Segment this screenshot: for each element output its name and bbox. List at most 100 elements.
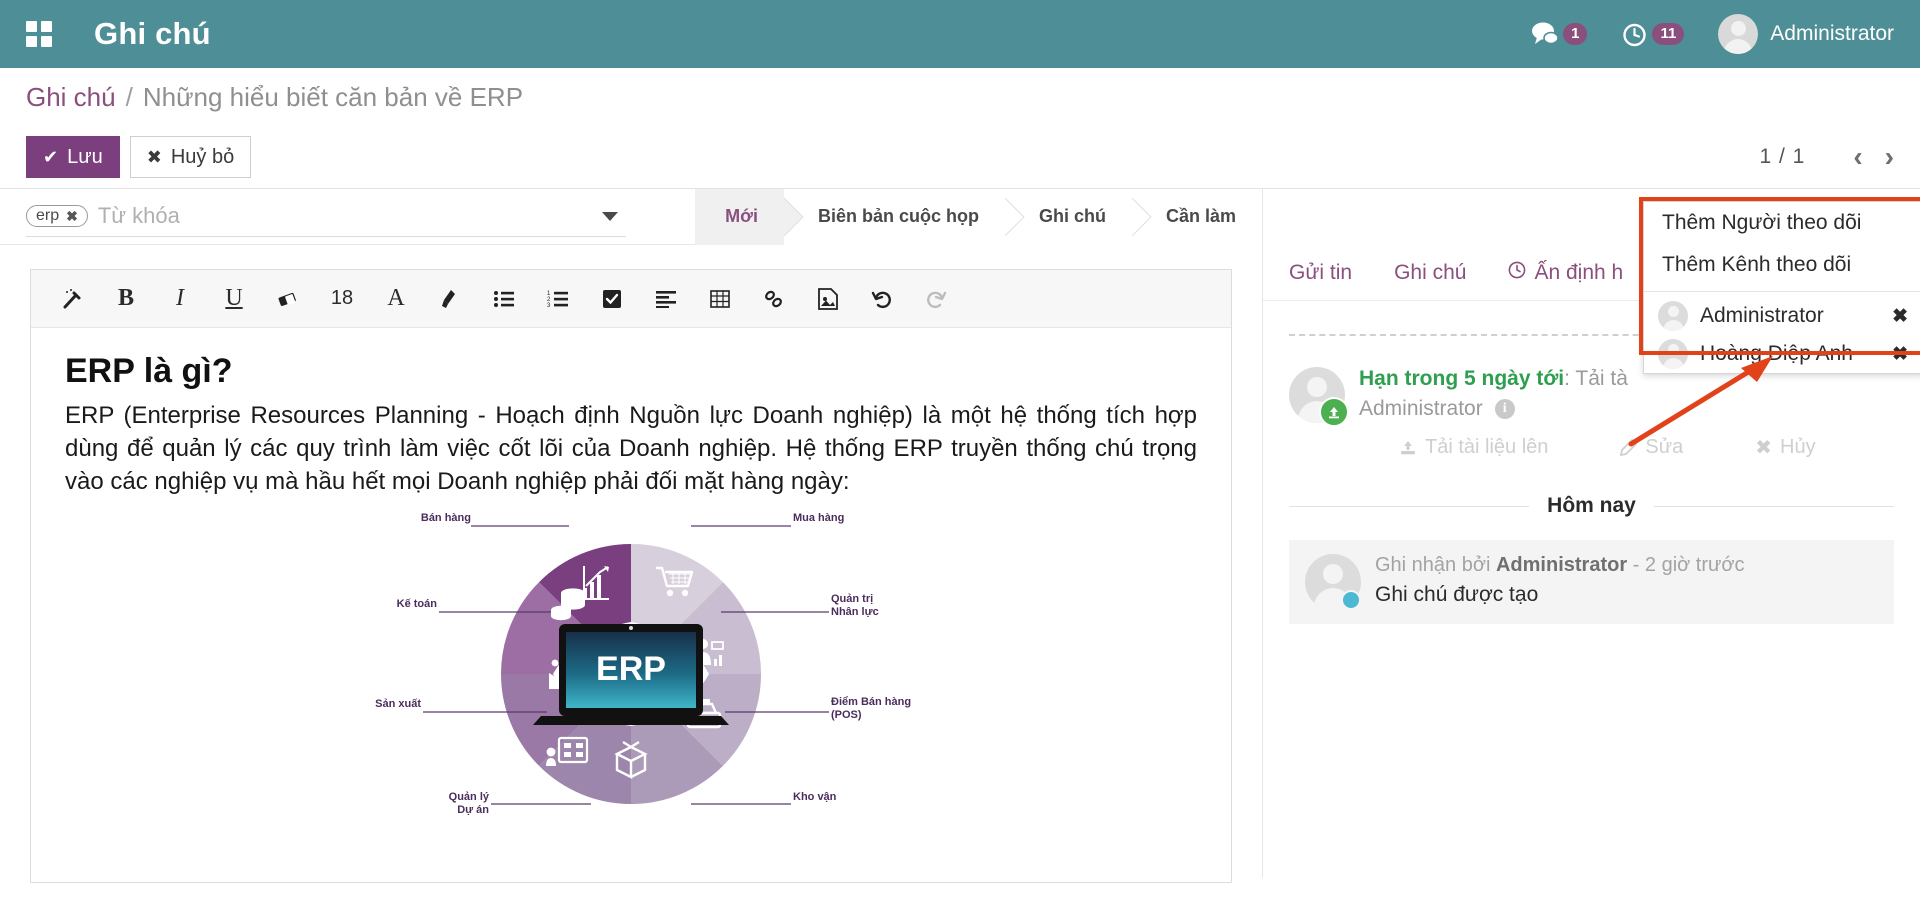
checklist-icon[interactable] xyxy=(589,279,635,319)
follower-name: Administrator xyxy=(1700,304,1824,327)
magic-wand-icon[interactable] xyxy=(49,279,95,319)
laptop-erp-center: ERP xyxy=(533,624,729,726)
top-navbar: Ghi chú 1 11 Administrator xyxy=(0,0,1920,68)
svg-text:Nhân lực: Nhân lực xyxy=(831,606,879,618)
add-follower-item[interactable]: Thêm Người theo dõi xyxy=(1644,202,1920,244)
chevron-left-icon[interactable]: ‹ xyxy=(1853,141,1862,173)
tab-schedule-activity[interactable]: Ấn định h xyxy=(1508,261,1623,285)
document-body[interactable]: ERP là gì? ERP (Enterprise Resources Pla… xyxy=(31,328,1231,858)
editor-toolbar: B I U 18 A 1 2 3 xyxy=(31,270,1231,328)
statusbar-stage-bien-ban-cuoc-hop[interactable]: Biên bản cuộc họp xyxy=(783,188,1005,245)
activity-item: Hạn trong 5 ngày tới: Tải tà Administrat… xyxy=(1289,367,1894,460)
close-icon: ✖ xyxy=(1755,437,1773,459)
html-editor: B I U 18 A 1 2 3 ERP là gì? ERP (Enterpr… xyxy=(30,269,1232,883)
form-subheader: erp ✖ Từ khóa Mới Biên bản cuộc họp Ghi … xyxy=(0,188,1262,245)
paint-brush-icon[interactable] xyxy=(427,279,473,319)
label-diem-ban-hang-pos: Điểm Bán hàng xyxy=(831,696,911,708)
discard-button[interactable]: ✖ Huỷ bỏ xyxy=(129,136,252,178)
app-title: Ghi chú xyxy=(94,16,211,51)
tag-erp[interactable]: erp ✖ xyxy=(26,205,88,227)
align-icon[interactable] xyxy=(643,279,689,319)
follower-row-administrator[interactable]: Administrator ✖ xyxy=(1644,297,1920,335)
svg-text:Dự án: Dự án xyxy=(457,804,489,816)
image-icon[interactable] xyxy=(805,279,851,319)
message-author: Administrator xyxy=(1495,554,1628,576)
tab-label: Gửi tin xyxy=(1289,260,1353,284)
label-san-xuat: Sản xuất xyxy=(375,698,421,710)
breadcrumb-root[interactable]: Ghi chú xyxy=(26,82,116,113)
svg-text:(POS): (POS) xyxy=(831,709,862,721)
follower-name: Hoàng Diệp Anh xyxy=(1700,342,1853,365)
erp-donut-chart: ERP Bán hàng Kế toán Sản xuất Quản lý Dự… xyxy=(375,512,911,816)
avatar xyxy=(1658,301,1688,331)
pager: 1 / 1 ‹ › xyxy=(1759,141,1894,173)
document-heading: ERP là gì? xyxy=(65,352,233,390)
breadcrumb: Ghi chú / Những hiểu biết căn bản về ERP xyxy=(0,68,1920,126)
save-button[interactable]: ✔ Lưu xyxy=(26,136,120,178)
message-text: Ghi chú được tạo xyxy=(1375,583,1539,606)
message-avatar-wrap xyxy=(1305,554,1375,610)
activities-menu[interactable]: 11 xyxy=(1621,21,1685,48)
cancel-activity-label: Hủy xyxy=(1780,436,1816,458)
edit-activity-button[interactable]: Sửa xyxy=(1620,436,1719,459)
redo-icon[interactable] xyxy=(913,279,959,319)
follower-dropdown[interactable]: Thêm Người theo dõi Thêm Kênh theo dõi A… xyxy=(1643,201,1920,374)
label-ke-toan: Kế toán xyxy=(397,598,438,610)
label-mua-hang: Mua hàng xyxy=(793,512,844,524)
eraser-icon[interactable] xyxy=(265,279,311,319)
bold-icon[interactable]: B xyxy=(103,279,149,319)
workspace: erp ✖ Từ khóa Mới Biên bản cuộc họp Ghi … xyxy=(0,188,1920,883)
activity-avatar-wrap xyxy=(1289,367,1353,460)
apps-grid-icon[interactable] xyxy=(26,21,52,47)
breadcrumb-separator: / xyxy=(125,81,133,112)
divider-line-left xyxy=(1289,505,1530,507)
statusbar-stage-moi[interactable]: Mới xyxy=(695,188,784,245)
activity-assignee-name: Administrator xyxy=(1359,397,1483,420)
font-size-value[interactable]: 18 xyxy=(319,279,365,319)
upload-document-button[interactable]: Tải tài liệu lên xyxy=(1399,436,1584,459)
underline-icon[interactable]: U xyxy=(211,279,257,319)
tab-send-message[interactable]: Gửi tin xyxy=(1289,261,1352,285)
italic-icon[interactable]: I xyxy=(157,279,203,319)
chevron-right-icon[interactable]: › xyxy=(1885,141,1894,173)
erp-diagram: ERP Bán hàng Kế toán Sản xuất Quản lý Dự… xyxy=(65,504,1197,834)
numbered-list-icon[interactable]: 1 2 3 xyxy=(535,279,581,319)
presence-indicator xyxy=(1341,590,1361,610)
pager-count: 1 / 1 xyxy=(1759,145,1806,168)
table-icon[interactable] xyxy=(697,279,743,319)
keyword-tag-field[interactable]: erp ✖ Từ khóa xyxy=(26,197,626,237)
stage-label: Cần làm xyxy=(1165,206,1236,226)
activity-due: Hạn trong 5 ngày tới xyxy=(1359,367,1565,390)
svg-text:3: 3 xyxy=(547,303,551,308)
pencil-icon xyxy=(1620,439,1638,456)
follower-row-hoang-diep-anh[interactable]: Hoàng Diệp Anh ✖ xyxy=(1644,335,1920,373)
messages-menu[interactable]: 1 xyxy=(1531,21,1588,47)
caret-down-icon[interactable] xyxy=(602,211,618,221)
upload-icon xyxy=(1399,440,1417,456)
label-kho-van: Kho vận xyxy=(793,791,837,803)
edit-activity-label: Sửa xyxy=(1645,436,1684,458)
close-icon[interactable]: ✖ xyxy=(1892,343,1908,366)
tab-log-note[interactable]: Ghi chú xyxy=(1394,261,1466,285)
form-pane: erp ✖ Từ khóa Mới Biên bản cuộc họp Ghi … xyxy=(0,188,1262,883)
close-icon[interactable]: ✖ xyxy=(66,208,78,225)
dropdown-divider xyxy=(1644,291,1920,292)
close-icon[interactable]: ✖ xyxy=(1892,305,1908,328)
cancel-activity-button[interactable]: ✖ Hủy xyxy=(1755,435,1851,460)
link-icon[interactable] xyxy=(751,279,797,319)
stage-label: Ghi chú xyxy=(1038,206,1106,226)
add-channel-item[interactable]: Thêm Kênh theo dõi xyxy=(1644,244,1920,286)
font-family-icon[interactable]: A xyxy=(373,279,419,319)
user-menu[interactable]: Administrator xyxy=(1718,14,1894,54)
bullet-list-icon[interactable] xyxy=(481,279,527,319)
label-ban-hang: Bán hàng xyxy=(421,512,471,524)
activities-badge: 11 xyxy=(1652,23,1685,45)
chatter-pane: 1 ✔ Theo dõi 2 Gửi tin Gh xyxy=(1262,188,1920,878)
info-icon[interactable]: i xyxy=(1494,399,1515,419)
tab-label: Ghi chú xyxy=(1394,260,1467,284)
discard-button-label: Huỷ bỏ xyxy=(170,145,235,168)
undo-icon[interactable] xyxy=(859,279,905,319)
chat-bubble-icon xyxy=(1531,21,1559,47)
divider-line xyxy=(1289,334,1669,336)
save-button-label: Lưu xyxy=(67,145,103,168)
